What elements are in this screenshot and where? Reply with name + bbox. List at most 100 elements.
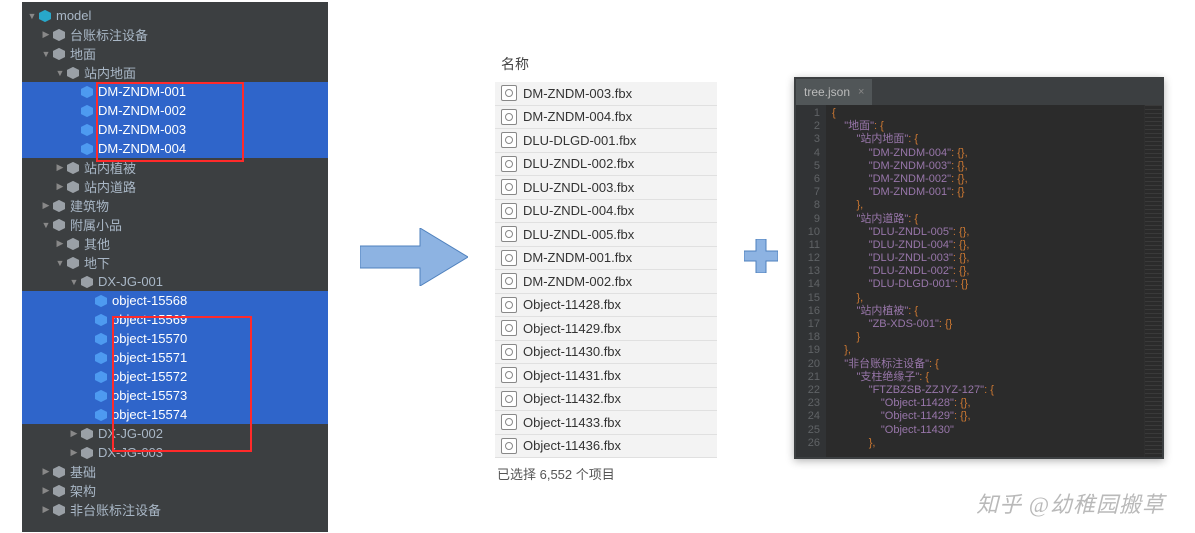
tree-node[interactable]: ▼ 附属小品 [22,215,328,234]
file-row[interactable]: Object-11429.fbx [495,317,717,341]
expand-icon[interactable]: ▶ [40,485,52,496]
file-name: Object-11430.fbx [523,344,621,359]
tree-node-label: model [56,8,91,23]
tree-node-label: object-15572 [112,369,187,384]
file-icon [501,344,517,360]
file-name: Object-11429.fbx [523,321,621,336]
tree-node-label: DM-ZNDM-004 [98,141,186,156]
file-row[interactable]: Object-11430.fbx [495,341,717,365]
file-icon [501,226,517,242]
tree-node-label: DX-JG-002 [98,426,163,441]
editor-code[interactable]: { "地面": { "站内地面": { "DM-ZNDM-004": {}, "… [826,105,1144,457]
tree-node[interactable]: ▶台账标注设备 [22,25,328,44]
file-name: DLU-ZNDL-003.fbx [523,180,634,195]
editor-tab-label: tree.json [804,85,850,99]
tree-node[interactable]: object-15571 [22,348,328,367]
expand-icon[interactable]: ▶ [40,466,52,477]
tree-node[interactable]: ▶ DX-JG-003 [22,443,328,462]
file-row[interactable]: Object-11433.fbx [495,411,717,435]
hierarchy-tree-panel: ▼model▶台账标注设备▼地面▼站内地面DM-ZNDM-001DM-ZNDM-… [22,2,328,532]
expand-icon[interactable]: ▶ [54,162,66,173]
tree-node-label: 其他 [84,234,110,253]
tree-node[interactable]: ▶建筑物 [22,196,328,215]
hierarchy-tree[interactable]: ▼model▶台账标注设备▼地面▼站内地面DM-ZNDM-001DM-ZNDM-… [22,2,328,523]
tree-node[interactable]: ▼站内地面 [22,63,328,82]
tree-node[interactable]: ▼ model [22,6,328,25]
file-name: DLU-ZNDL-005.fbx [523,227,634,242]
file-row[interactable]: Object-11431.fbx [495,364,717,388]
file-list[interactable]: DM-ZNDM-003.fbxDM-ZNDM-004.fbxDLU-DLGD-0… [495,82,717,458]
tree-node[interactable]: ▶ DX-JG-002 [22,424,328,443]
file-row[interactable]: Object-11428.fbx [495,294,717,318]
tree-node-label: 地下 [84,253,110,272]
tree-node[interactable]: object-15568 [22,291,328,310]
file-icon [501,367,517,383]
expand-icon[interactable]: ▶ [54,181,66,192]
tree-node[interactable]: DM-ZNDM-003 [22,120,328,139]
file-row[interactable]: DM-ZNDM-003.fbx [495,82,717,106]
expand-icon[interactable]: ▶ [68,428,80,439]
close-icon[interactable]: × [858,86,864,98]
file-name: Object-11432.fbx [523,391,621,406]
tree-node[interactable]: ▶非台账标注设备 [22,500,328,519]
expand-icon[interactable]: ▶ [40,504,52,515]
expand-icon[interactable]: ▼ [54,68,66,78]
expand-icon[interactable]: ▶ [68,447,80,458]
tree-node[interactable]: DM-ZNDM-002 [22,101,328,120]
tree-node-label: DX-JG-003 [98,445,163,460]
file-row[interactable]: Object-11436.fbx [495,435,717,459]
expand-icon[interactable]: ▼ [68,277,80,287]
tree-node[interactable]: ▼ 地面 [22,44,328,63]
tree-node[interactable]: ▶基础 [22,462,328,481]
file-row[interactable]: DM-ZNDM-001.fbx [495,247,717,271]
file-row[interactable]: DLU-DLGD-001.fbx [495,129,717,153]
file-icon [501,156,517,172]
tree-node[interactable]: ▶ 其他 [22,234,328,253]
tree-node-label: object-15569 [112,312,187,327]
file-name: Object-11431.fbx [523,368,621,383]
expand-icon[interactable]: ▼ [40,49,52,59]
file-name: Object-11436.fbx [523,438,621,453]
editor-minimap[interactable] [1144,105,1162,457]
arrow-icon [360,228,468,286]
tree-node[interactable]: ▼ 地下 [22,253,328,272]
expand-icon[interactable]: ▶ [40,29,52,40]
file-row[interactable]: DLU-ZNDL-005.fbx [495,223,717,247]
tree-node[interactable]: ▶ 站内植被 [22,158,328,177]
tree-node[interactable]: object-15574 [22,405,328,424]
file-row[interactable]: DLU-ZNDL-002.fbx [495,153,717,177]
tree-node[interactable]: object-15573 [22,386,328,405]
file-icon [501,109,517,125]
file-name: Object-11428.fbx [523,297,621,312]
tree-node-label: 附属小品 [70,215,122,234]
expand-icon[interactable]: ▼ [26,11,38,21]
tree-node-label: object-15571 [112,350,187,365]
file-row[interactable]: DLU-ZNDL-003.fbx [495,176,717,200]
tree-node[interactable]: ▶站内道路 [22,177,328,196]
editor-tabbar: tree.json × [796,79,1162,105]
tree-node-label: object-15570 [112,331,187,346]
tree-node[interactable]: object-15569 [22,310,328,329]
expand-icon[interactable]: ▶ [40,200,52,211]
editor-tab[interactable]: tree.json × [796,79,872,105]
expand-icon[interactable]: ▼ [54,258,66,268]
tree-node[interactable]: DM-ZNDM-004 [22,139,328,158]
file-row[interactable]: DM-ZNDM-002.fbx [495,270,717,294]
file-icon [501,132,517,148]
tree-node[interactable]: object-15572 [22,367,328,386]
expand-icon[interactable]: ▼ [40,220,52,230]
file-row[interactable]: DLU-ZNDL-004.fbx [495,200,717,224]
tree-node[interactable]: object-15570 [22,329,328,348]
expand-icon[interactable]: ▶ [54,238,66,249]
editor-gutter: 1234567891011121314151617181920212223242… [796,105,826,457]
tree-node-label: 站内植被 [84,158,136,177]
file-row[interactable]: DM-ZNDM-004.fbx [495,106,717,130]
tree-node-label: 地面 [70,44,96,63]
file-row[interactable]: Object-11432.fbx [495,388,717,412]
file-icon [501,414,517,430]
file-icon [501,438,517,454]
tree-node-label: DM-ZNDM-003 [98,122,186,137]
tree-node[interactable]: DM-ZNDM-001 [22,82,328,101]
tree-node[interactable]: ▼DX-JG-001 [22,272,328,291]
tree-node[interactable]: ▶架构 [22,481,328,500]
